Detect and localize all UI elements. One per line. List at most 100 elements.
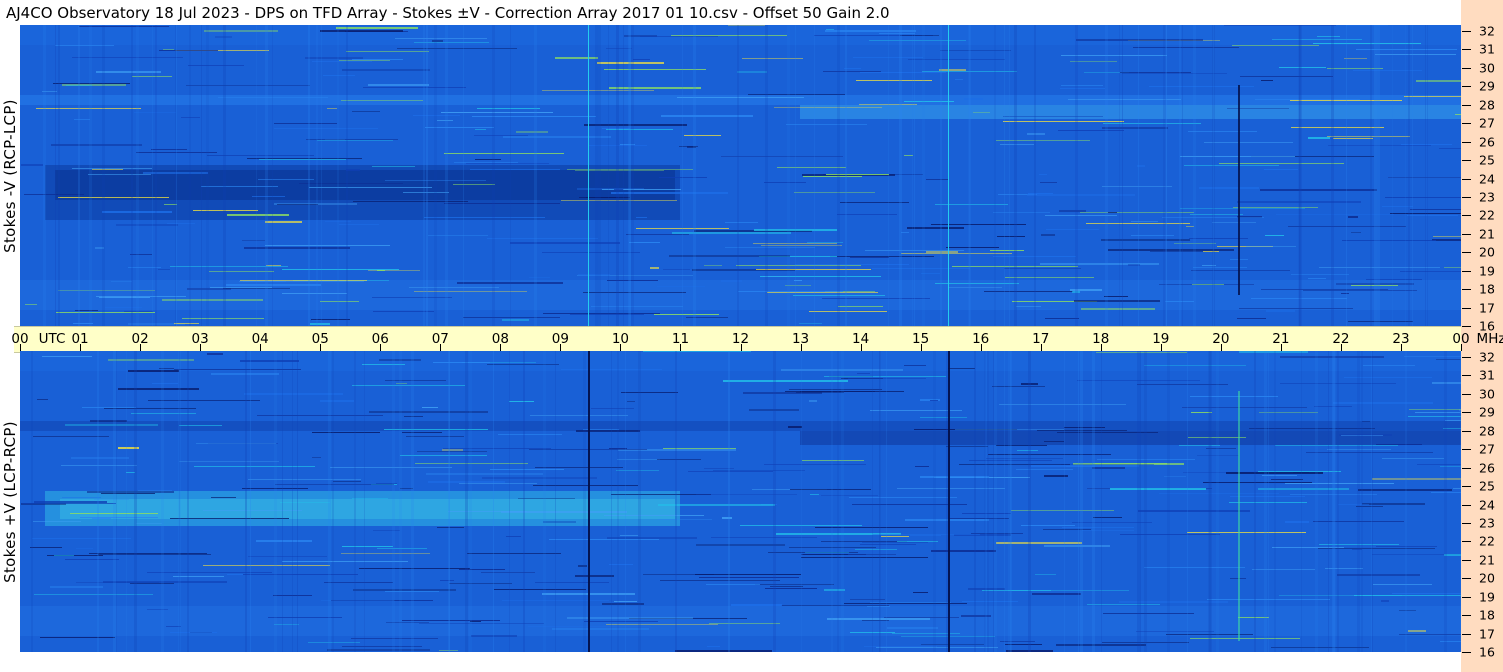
time-axis-tick: [1100, 344, 1102, 351]
freq-axis-label: 31: [1479, 41, 1495, 57]
time-axis-tick: [1160, 344, 1162, 351]
freq-axis-label: 18: [1479, 607, 1495, 623]
freq-axis-label: 19: [1479, 589, 1495, 605]
freq-axis-tick: [1462, 196, 1471, 198]
time-axis-tick: [1040, 344, 1042, 351]
freq-axis-tick: [1462, 31, 1471, 32]
freq-axis-label: 16: [1479, 318, 1495, 334]
time-axis-tick: [80, 344, 82, 351]
freq-axis-label: 21: [1479, 552, 1495, 568]
time-axis-tick: [20, 344, 21, 351]
freq-axis-label: 30: [1479, 386, 1495, 402]
time-axis-tick: [800, 344, 802, 351]
time-axis-tick: [560, 344, 562, 351]
freq-axis-tick: [1462, 67, 1471, 69]
freq-axis-tick: [1462, 233, 1471, 235]
time-axis-tick: [500, 344, 502, 351]
time-axis-tick: [620, 344, 622, 351]
freq-axis-label: 28: [1479, 423, 1495, 439]
freq-axis-label: 30: [1479, 60, 1495, 76]
time-axis-tick: [980, 344, 982, 351]
time-axis-tick: [260, 344, 262, 351]
freq-axis-tick: [1462, 449, 1471, 451]
freq-axis-tick: [1462, 326, 1471, 327]
freq-axis-label: 22: [1479, 533, 1495, 549]
freq-axis-label: 24: [1479, 171, 1495, 186]
freq-axis-label: 25: [1479, 478, 1495, 494]
time-axis-tick: [440, 344, 442, 351]
freq-axis-label: 27: [1479, 441, 1495, 457]
freq-axis-tick: [1462, 104, 1471, 106]
freq-axis-label: 21: [1479, 226, 1495, 242]
freq-axis-label: 31: [1479, 367, 1495, 383]
time-axis-tick: [860, 344, 862, 351]
freq-axis-tick: [1462, 578, 1471, 580]
freq-axis-tick: [1462, 307, 1471, 309]
freq-axis-tick: [1462, 412, 1471, 414]
freq-axis-tick: [1462, 270, 1471, 272]
time-axis-tick: [1280, 344, 1282, 351]
freq-axis-label: 32: [1479, 349, 1495, 365]
time-axis-tick: [740, 344, 742, 351]
freq-axis-label: 20: [1479, 570, 1495, 586]
freq-axis-label: 23: [1479, 515, 1495, 531]
time-axis-tick: [140, 344, 142, 351]
freq-axis-tick: [1462, 178, 1471, 180]
app-title: AJ4CO Observatory 18 Jul 2023 - DPS on T…: [6, 4, 890, 22]
freq-axis-top: 32 31 30 29 28 27 26 25 24 23 22 21 20 19 18 17 16: [1461, 23, 1503, 334]
time-axis-tick: [920, 344, 922, 351]
freq-axis-label: 23: [1479, 189, 1495, 205]
bottom-panel-ylabel-text: Stokes +V (LCP-RCP): [1, 420, 20, 583]
freq-axis-label: 19: [1479, 263, 1495, 279]
time-axis-tick: [320, 344, 322, 351]
freq-axis-label: 16: [1479, 644, 1495, 660]
time-axis-tick: [380, 344, 382, 351]
time-axis: 00 01 02 03 04 05 06 07 08 09 10 11 12 13 14 15 16 17 18 19…: [11, 326, 1503, 353]
freq-axis-tick: [1462, 615, 1471, 617]
time-axis-tick: [1220, 344, 1222, 351]
freq-axis-tick: [1462, 357, 1471, 358]
freq-axis-tick: [1462, 522, 1471, 524]
freq-axis-tick: [1462, 467, 1471, 469]
time-axis-tick: [680, 344, 682, 351]
freq-axis-label: 22: [1479, 207, 1495, 223]
time-axis-tick: [1400, 344, 1402, 351]
time-axis-utc-label: UTC: [38, 331, 66, 347]
top-panel-ylabel-text: Stokes -V (RCP-LCP): [1, 98, 20, 253]
freq-axis-tick: [1462, 393, 1471, 395]
freq-axis-tick: [1462, 160, 1471, 162]
freq-axis-tick: [1462, 486, 1471, 488]
freq-axis-tick: [1462, 504, 1471, 506]
spectrogram-top-panel[interactable]: [20, 25, 1461, 326]
spectrogram-bottom-canvas: [20, 351, 1461, 652]
time-axis-tick: [200, 344, 202, 351]
freq-axis-label: 20: [1479, 244, 1495, 260]
freq-axis-tick: [1462, 596, 1471, 598]
freq-axis-tick: [1462, 86, 1471, 88]
freq-axis-label: 26: [1479, 460, 1495, 476]
freq-axis-tick: [1462, 541, 1471, 543]
freq-axis-tick: [1462, 49, 1471, 51]
spectrogram-top-canvas: [20, 25, 1461, 326]
freq-axis-label: 26: [1479, 134, 1495, 150]
freq-axis-label: 24: [1479, 497, 1495, 512]
freq-axis-tick: [1462, 252, 1471, 254]
freq-axis-tick: [1462, 289, 1471, 291]
freq-axis-label: 25: [1479, 152, 1495, 168]
freq-axis-tick: [1462, 430, 1471, 432]
freq-axis-label: 32: [1479, 23, 1495, 39]
time-axis-tick: [1461, 344, 1462, 351]
top-panel-ylabel: Stokes -V (RCP-LCP): [0, 25, 20, 326]
spectrogram-bottom-panel[interactable]: [20, 351, 1461, 652]
freq-axis-label: 29: [1479, 404, 1495, 420]
freq-axis-tick: [1462, 652, 1471, 653]
freq-axis-label: 18: [1479, 281, 1495, 297]
freq-axis-bottom: 32 31 30 29 28 27 26 25 24 23 22 21 20 19 18 17 16: [1461, 349, 1503, 660]
freq-axis-label: 28: [1479, 97, 1495, 113]
bottom-panel-ylabel: Stokes +V (LCP-RCP): [0, 351, 20, 652]
freq-axis-tick: [1462, 141, 1471, 143]
freq-axis-tick: [1462, 633, 1471, 635]
freq-axis-tick: [1462, 375, 1471, 377]
freq-axis-label: 29: [1479, 78, 1495, 94]
time-axis-tick: [1340, 344, 1342, 351]
